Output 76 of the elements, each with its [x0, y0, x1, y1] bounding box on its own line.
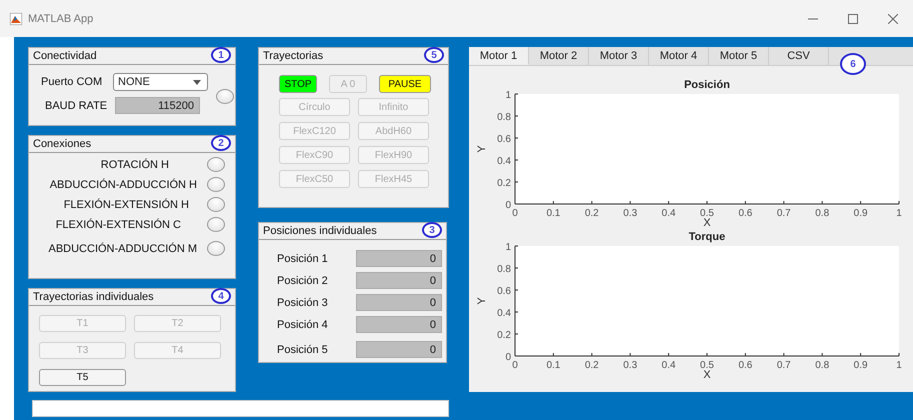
x-tick-label: 0.5: [700, 360, 714, 371]
y-tick-label: 0.6: [497, 134, 511, 145]
x-tick-label: 0.3: [623, 208, 638, 219]
position-label: Posición 2: [277, 274, 329, 286]
x-tick-label: 0.6: [738, 208, 752, 219]
x-tick-label: 0: [512, 208, 518, 219]
caret-icon: [193, 80, 201, 84]
position-label: Posición 4: [277, 318, 329, 330]
chart-title: Posición: [684, 79, 730, 91]
control-button[interactable]: PAUSE: [379, 75, 431, 93]
position-label: Posición 1: [277, 252, 329, 264]
field-label: BAUD RATE: [44, 100, 108, 112]
y-tick-label: 0.4: [497, 308, 511, 319]
app-logo-icon: [10, 12, 22, 24]
maximize-icon: [848, 14, 858, 24]
position-label: Posición 3: [277, 296, 329, 308]
x-tick-label: 0.1: [546, 208, 560, 219]
x-tick-label: 0: [512, 360, 518, 371]
y-tick-label: 1: [505, 90, 511, 101]
x-tick-label: 0.9: [854, 208, 868, 219]
connection-label: FLEXIÓN-EXTENSIÓN H: [64, 198, 189, 210]
y-tick-label: 0.4: [497, 156, 511, 167]
position-field[interactable]: 0: [356, 341, 442, 358]
position-label: Posición 5: [277, 344, 329, 356]
y-tick-label: 0: [505, 200, 511, 211]
window-title: MATLAB App: [28, 12, 94, 24]
y-tick-label: 0.8: [497, 264, 511, 275]
x-tick-label: 1: [896, 208, 902, 219]
x-tick-label: 0.3: [623, 360, 638, 371]
y-tick-label: 0.8: [497, 112, 511, 123]
connection-label: ABDUCCIÓN-ADDUCCIÓN M: [48, 242, 197, 254]
minimize-icon: [808, 18, 818, 20]
chart-title: Torque: [688, 231, 726, 243]
control-button[interactable]: STOP: [279, 75, 317, 93]
y-axis-label: Y: [476, 145, 488, 153]
annotation-marker: 3: [422, 222, 442, 238]
y-tick-label: 0.2: [497, 178, 511, 189]
x-tick-label: 0.8: [815, 208, 830, 219]
annotation-marker: 2: [211, 135, 231, 151]
x-tick-label: 0.8: [815, 360, 830, 371]
x-axis-label: X: [703, 217, 711, 227]
x-tick-label: 0.2: [584, 360, 599, 371]
y-tick-label: 0.2: [497, 330, 511, 341]
x-tick-label: 0.2: [584, 208, 599, 219]
x-tick-label: 0.6: [738, 360, 752, 371]
connection-label: ROTACIÓN H: [100, 158, 169, 170]
x-tick-label: 0.1: [546, 360, 560, 371]
position-field[interactable]: 0: [356, 272, 442, 289]
x-axis-label: X: [703, 369, 711, 379]
annotation-marker: 1: [211, 47, 231, 63]
field-label: Puerto COM: [41, 76, 104, 88]
x-tick-label: 0.4: [662, 360, 676, 371]
x-tick-label: 0.7: [776, 360, 791, 371]
annotation-marker: 4: [211, 288, 231, 304]
x-tick-label: 1: [896, 360, 902, 371]
tab[interactable]: Motor 1: [469, 47, 529, 65]
trajectory-button[interactable]: T5: [39, 369, 126, 386]
message-field[interactable]: [32, 400, 449, 417]
position-field[interactable]: 0: [356, 316, 442, 333]
x-tick-label: 0.7: [776, 208, 791, 219]
connection-label: FLEXIÓN-EXTENSIÓN C: [56, 218, 181, 230]
annotation-marker: 6: [840, 53, 866, 75]
x-tick-label: 0.9: [854, 360, 868, 371]
x-tick-label: 0.4: [662, 208, 676, 219]
close-icon: [888, 14, 898, 24]
annotation-marker: 5: [424, 47, 444, 63]
port-dropdown[interactable]: NONE: [113, 73, 208, 91]
connection-label: ABDUCCIÓN-ADDUCCIÓN H: [50, 178, 197, 190]
y-tick-label: 1: [505, 242, 511, 253]
y-tick-label: 0: [505, 352, 511, 363]
x-tick-label: 0.5: [700, 208, 714, 219]
position-field[interactable]: 0: [356, 294, 442, 311]
position-field[interactable]: 0: [356, 250, 442, 267]
baud-rate-field[interactable]: 115200: [115, 97, 200, 114]
y-tick-label: 0.6: [497, 286, 511, 297]
y-axis-label: Y: [476, 297, 488, 305]
